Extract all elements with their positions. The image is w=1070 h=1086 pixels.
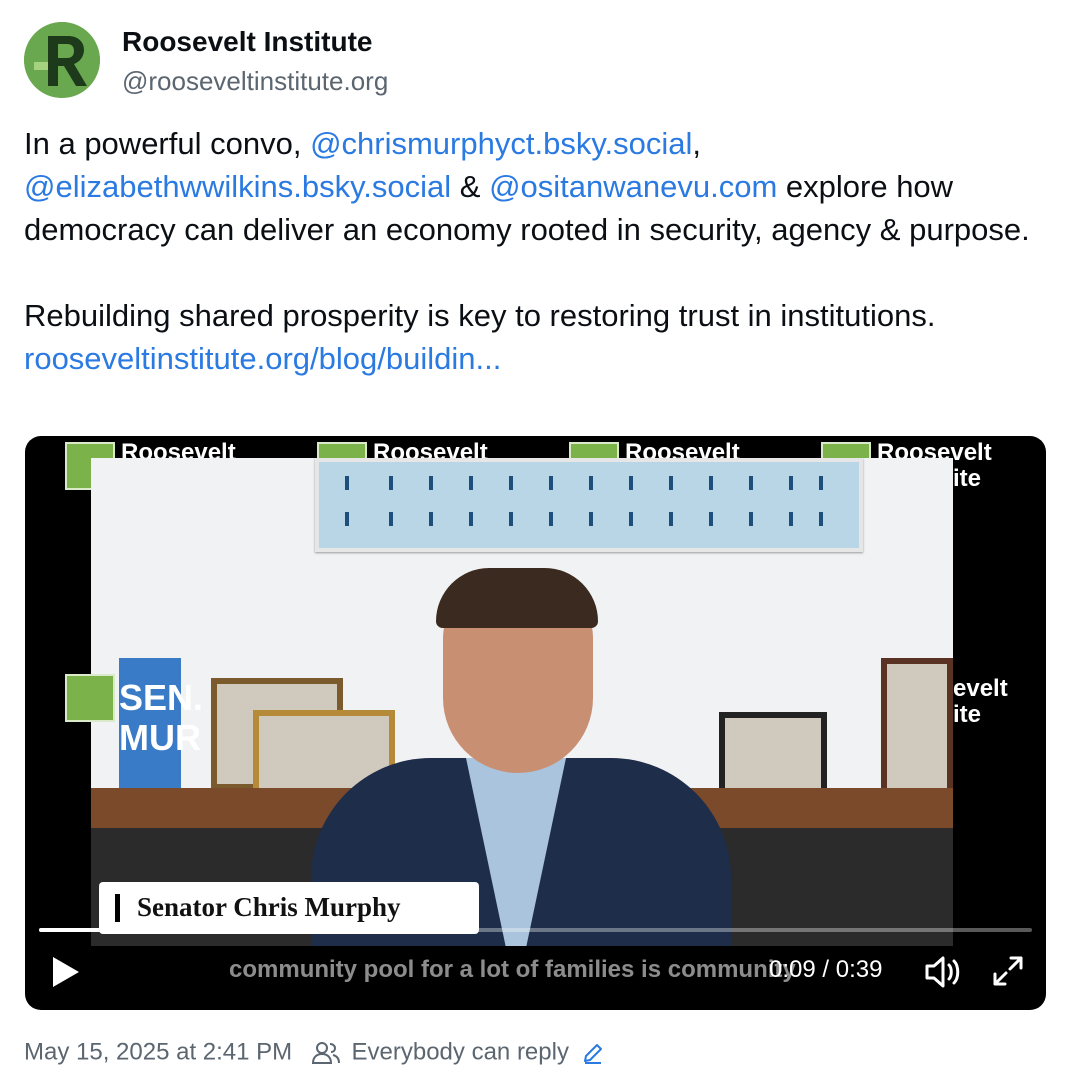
post-link[interactable]: rooseveltinstitute.org/blog/buildin... bbox=[24, 341, 501, 376]
watermark-text: ite bbox=[953, 701, 982, 728]
post-text-segment: & bbox=[451, 169, 490, 204]
duration: 0:39 bbox=[835, 956, 883, 983]
painting-pattern bbox=[345, 476, 823, 526]
reply-setting[interactable]: Everybody can reply bbox=[352, 1039, 569, 1066]
fullscreen-icon bbox=[993, 956, 1023, 986]
post-text-segment: Rebuilding shared prosperity is key to r… bbox=[24, 298, 936, 333]
mention-elizabethwilkins[interactable]: @elizabethwwilkins.bsky.social bbox=[24, 169, 451, 204]
video-time: 0:09 / 0:39 bbox=[769, 956, 882, 984]
speaker-hair bbox=[436, 568, 598, 628]
post-header: Roosevelt Institute @rooseveltinstitute.… bbox=[24, 20, 1024, 100]
post-paragraph-2: Rebuilding shared prosperity is key to r… bbox=[24, 294, 1034, 380]
video-caption: community pool for a lot of families is … bbox=[229, 956, 796, 983]
post-text-segment: In a powerful convo, bbox=[24, 126, 311, 161]
lower-third-bar bbox=[115, 894, 120, 922]
volume-icon bbox=[925, 956, 960, 988]
watermark: ite bbox=[867, 436, 1046, 492]
play-icon bbox=[53, 957, 79, 987]
video-player[interactable]: Roosevelt Roosevelt Roosevelt Roosevelt … bbox=[25, 436, 1046, 1010]
time-separator: / bbox=[815, 956, 836, 983]
post-text-segment: , bbox=[692, 126, 702, 161]
author-avatar[interactable] bbox=[24, 22, 100, 98]
author-handle[interactable]: @rooseveltinstitute.org bbox=[122, 66, 388, 97]
watermark: evelt ite bbox=[867, 672, 1046, 728]
roosevelt-logo-icon bbox=[24, 22, 100, 98]
watermark bbox=[25, 672, 235, 724]
watermark-text: ite bbox=[953, 465, 982, 492]
play-button[interactable] bbox=[49, 954, 83, 990]
progress-fill bbox=[39, 928, 268, 932]
post-paragraph-1: In a powerful convo, @chrismurphyct.bsky… bbox=[24, 122, 1034, 251]
pencil-icon[interactable] bbox=[582, 1042, 604, 1064]
author-display-name[interactable]: Roosevelt Institute bbox=[122, 26, 372, 58]
volume-button[interactable] bbox=[923, 954, 961, 990]
watermark-logo bbox=[65, 674, 115, 722]
video-painting bbox=[315, 458, 863, 552]
post-timestamp[interactable]: May 15, 2025 at 2:41 PM bbox=[24, 1039, 292, 1066]
post-body: In a powerful convo, @chrismurphyct.bsky… bbox=[24, 122, 1034, 380]
people-icon bbox=[311, 1041, 340, 1064]
lower-third-name: Senator Chris Murphy bbox=[137, 892, 401, 922]
fullscreen-button[interactable] bbox=[991, 954, 1025, 988]
lower-third: Senator Chris Murphy bbox=[99, 882, 479, 934]
current-time: 0:09 bbox=[769, 956, 816, 983]
mention-chrismurphy[interactable]: @chrismurphyct.bsky.social bbox=[310, 126, 692, 161]
progress-bar[interactable] bbox=[39, 928, 1032, 932]
watermark-text: evelt bbox=[953, 675, 1008, 702]
post-footer: May 15, 2025 at 2:41 PM Everybody can re… bbox=[24, 1038, 604, 1072]
mention-ositanwanevu[interactable]: @ositanwanevu.com bbox=[489, 169, 777, 204]
